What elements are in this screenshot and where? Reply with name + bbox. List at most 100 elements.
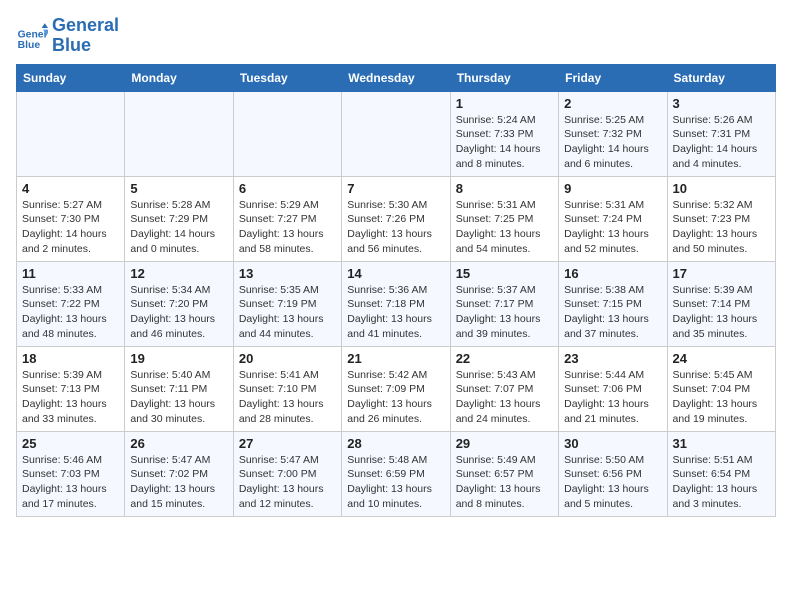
calendar-cell <box>125 91 233 176</box>
calendar-cell: 7 Sunrise: 5:30 AM Sunset: 7:26 PM Daylig… <box>342 176 450 261</box>
calendar-cell: 25 Sunrise: 5:46 AM Sunset: 7:03 PM Dayli… <box>17 431 125 516</box>
day-info: Sunrise: 5:49 AM Sunset: 6:57 PM Dayligh… <box>456 453 553 512</box>
logo-text: GeneralBlue <box>52 16 119 56</box>
calendar-cell: 17 Sunrise: 5:39 AM Sunset: 7:14 PM Dayli… <box>667 261 775 346</box>
day-info: Sunrise: 5:25 AM Sunset: 7:32 PM Dayligh… <box>564 113 661 172</box>
calendar-cell: 8 Sunrise: 5:31 AM Sunset: 7:25 PM Daylig… <box>450 176 558 261</box>
day-number: 2 <box>564 96 661 111</box>
calendar-cell: 24 Sunrise: 5:45 AM Sunset: 7:04 PM Dayli… <box>667 346 775 431</box>
day-number: 15 <box>456 266 553 281</box>
day-number: 9 <box>564 181 661 196</box>
day-number: 25 <box>22 436 119 451</box>
day-number: 24 <box>673 351 770 366</box>
day-info: Sunrise: 5:24 AM Sunset: 7:33 PM Dayligh… <box>456 113 553 172</box>
calendar-cell: 21 Sunrise: 5:42 AM Sunset: 7:09 PM Dayli… <box>342 346 450 431</box>
day-number: 3 <box>673 96 770 111</box>
calendar-cell: 13Sunrise: 5:35 AM Sunset: 7:19 PM Dayli… <box>233 261 341 346</box>
day-number: 30 <box>564 436 661 451</box>
calendar-cell: 5 Sunrise: 5:28 AM Sunset: 7:29 PM Daylig… <box>125 176 233 261</box>
day-info: Sunrise: 5:26 AM Sunset: 7:31 PM Dayligh… <box>673 113 770 172</box>
calendar-cell: 10 Sunrise: 5:32 AM Sunset: 7:23 PM Dayli… <box>667 176 775 261</box>
day-info: Sunrise: 5:31 AM Sunset: 7:25 PM Dayligh… <box>456 198 553 257</box>
day-number: 23 <box>564 351 661 366</box>
weekday-header-monday: Monday <box>125 64 233 91</box>
calendar-week-3: 11Sunrise: 5:33 AM Sunset: 7:22 PM Dayli… <box>17 261 776 346</box>
weekday-header-wednesday: Wednesday <box>342 64 450 91</box>
calendar-week-5: 25 Sunrise: 5:46 AM Sunset: 7:03 PM Dayli… <box>17 431 776 516</box>
calendar-cell: 14 Sunrise: 5:36 AM Sunset: 7:18 PM Dayli… <box>342 261 450 346</box>
calendar-cell: 15 Sunrise: 5:37 AM Sunset: 7:17 PM Dayli… <box>450 261 558 346</box>
day-number: 7 <box>347 181 444 196</box>
calendar-cell: 18 Sunrise: 5:39 AM Sunset: 7:13 PM Dayli… <box>17 346 125 431</box>
calendar-cell: 6Sunrise: 5:29 AM Sunset: 7:27 PM Daylig… <box>233 176 341 261</box>
calendar-cell <box>233 91 341 176</box>
day-number: 12 <box>130 266 227 281</box>
page-header: General Blue GeneralBlue <box>16 16 776 56</box>
weekday-header-friday: Friday <box>559 64 667 91</box>
calendar-cell: 27 Sunrise: 5:47 AM Sunset: 7:00 PM Dayli… <box>233 431 341 516</box>
day-info: Sunrise: 5:47 AM Sunset: 7:00 PM Dayligh… <box>239 453 336 512</box>
calendar-week-1: 1 Sunrise: 5:24 AM Sunset: 7:33 PM Daylig… <box>17 91 776 176</box>
calendar-cell: 11Sunrise: 5:33 AM Sunset: 7:22 PM Dayli… <box>17 261 125 346</box>
day-number: 10 <box>673 181 770 196</box>
calendar-cell: 3 Sunrise: 5:26 AM Sunset: 7:31 PM Daylig… <box>667 91 775 176</box>
weekday-header-saturday: Saturday <box>667 64 775 91</box>
day-info: Sunrise: 5:30 AM Sunset: 7:26 PM Dayligh… <box>347 198 444 257</box>
day-info: Sunrise: 5:29 AM Sunset: 7:27 PM Dayligh… <box>239 198 336 257</box>
day-number: 19 <box>130 351 227 366</box>
day-number: 26 <box>130 436 227 451</box>
day-info: Sunrise: 5:28 AM Sunset: 7:29 PM Dayligh… <box>130 198 227 257</box>
day-number: 20 <box>239 351 336 366</box>
day-info: Sunrise: 5:32 AM Sunset: 7:23 PM Dayligh… <box>673 198 770 257</box>
day-number: 11 <box>22 266 119 281</box>
calendar-cell: 2 Sunrise: 5:25 AM Sunset: 7:32 PM Daylig… <box>559 91 667 176</box>
day-number: 18 <box>22 351 119 366</box>
day-number: 22 <box>456 351 553 366</box>
day-info: Sunrise: 5:43 AM Sunset: 7:07 PM Dayligh… <box>456 368 553 427</box>
calendar-header-row: SundayMondayTuesdayWednesdayThursdayFrid… <box>17 64 776 91</box>
day-number: 27 <box>239 436 336 451</box>
day-info: Sunrise: 5:27 AM Sunset: 7:30 PM Dayligh… <box>22 198 119 257</box>
calendar-cell: 26 Sunrise: 5:47 AM Sunset: 7:02 PM Dayli… <box>125 431 233 516</box>
day-info: Sunrise: 5:34 AM Sunset: 7:20 PM Dayligh… <box>130 283 227 342</box>
day-info: Sunrise: 5:50 AM Sunset: 6:56 PM Dayligh… <box>564 453 661 512</box>
day-info: Sunrise: 5:47 AM Sunset: 7:02 PM Dayligh… <box>130 453 227 512</box>
logo: General Blue GeneralBlue <box>16 16 119 56</box>
calendar-cell: 16Sunrise: 5:38 AM Sunset: 7:15 PM Dayli… <box>559 261 667 346</box>
day-number: 17 <box>673 266 770 281</box>
calendar-cell: 29Sunrise: 5:49 AM Sunset: 6:57 PM Dayli… <box>450 431 558 516</box>
day-info: Sunrise: 5:39 AM Sunset: 7:14 PM Dayligh… <box>673 283 770 342</box>
day-info: Sunrise: 5:39 AM Sunset: 7:13 PM Dayligh… <box>22 368 119 427</box>
day-info: Sunrise: 5:45 AM Sunset: 7:04 PM Dayligh… <box>673 368 770 427</box>
calendar-cell: 20 Sunrise: 5:41 AM Sunset: 7:10 PM Dayli… <box>233 346 341 431</box>
calendar-cell: 23Sunrise: 5:44 AM Sunset: 7:06 PM Dayli… <box>559 346 667 431</box>
day-info: Sunrise: 5:48 AM Sunset: 6:59 PM Dayligh… <box>347 453 444 512</box>
day-info: Sunrise: 5:37 AM Sunset: 7:17 PM Dayligh… <box>456 283 553 342</box>
day-number: 4 <box>22 181 119 196</box>
day-info: Sunrise: 5:31 AM Sunset: 7:24 PM Dayligh… <box>564 198 661 257</box>
calendar-cell <box>342 91 450 176</box>
day-info: Sunrise: 5:35 AM Sunset: 7:19 PM Dayligh… <box>239 283 336 342</box>
day-number: 5 <box>130 181 227 196</box>
day-number: 1 <box>456 96 553 111</box>
calendar-cell <box>17 91 125 176</box>
day-number: 21 <box>347 351 444 366</box>
day-info: Sunrise: 5:51 AM Sunset: 6:54 PM Dayligh… <box>673 453 770 512</box>
day-number: 8 <box>456 181 553 196</box>
day-info: Sunrise: 5:40 AM Sunset: 7:11 PM Dayligh… <box>130 368 227 427</box>
day-info: Sunrise: 5:42 AM Sunset: 7:09 PM Dayligh… <box>347 368 444 427</box>
calendar-cell: 31Sunrise: 5:51 AM Sunset: 6:54 PM Dayli… <box>667 431 775 516</box>
day-info: Sunrise: 5:46 AM Sunset: 7:03 PM Dayligh… <box>22 453 119 512</box>
calendar-cell: 22 Sunrise: 5:43 AM Sunset: 7:07 PM Dayli… <box>450 346 558 431</box>
calendar-cell: 28 Sunrise: 5:48 AM Sunset: 6:59 PM Dayli… <box>342 431 450 516</box>
calendar-cell: 19 Sunrise: 5:40 AM Sunset: 7:11 PM Dayli… <box>125 346 233 431</box>
day-number: 14 <box>347 266 444 281</box>
svg-text:Blue: Blue <box>18 40 41 51</box>
logo-icon: General Blue <box>16 20 48 52</box>
day-number: 28 <box>347 436 444 451</box>
calendar-cell: 12 Sunrise: 5:34 AM Sunset: 7:20 PM Dayli… <box>125 261 233 346</box>
weekday-header-sunday: Sunday <box>17 64 125 91</box>
day-info: Sunrise: 5:41 AM Sunset: 7:10 PM Dayligh… <box>239 368 336 427</box>
day-info: Sunrise: 5:36 AM Sunset: 7:18 PM Dayligh… <box>347 283 444 342</box>
calendar-table: SundayMondayTuesdayWednesdayThursdayFrid… <box>16 64 776 517</box>
